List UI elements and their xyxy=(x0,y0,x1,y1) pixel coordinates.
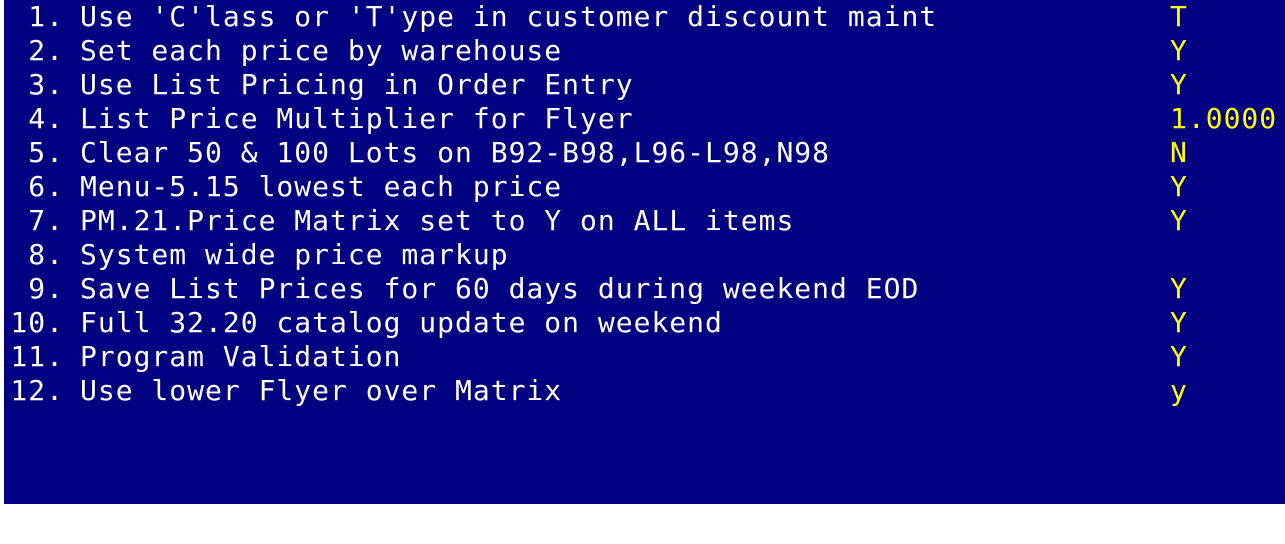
option-value[interactable]: Y xyxy=(1170,68,1188,102)
option-number: 9. xyxy=(28,272,64,305)
option-label: Full 32.20 catalog update on weekend xyxy=(80,306,723,339)
option-value[interactable]: y xyxy=(1170,374,1188,408)
option-label: Save List Prices for 60 days during week… xyxy=(80,272,920,305)
option-number: 7. xyxy=(28,204,64,237)
option-number: 6. xyxy=(28,170,64,203)
option-value[interactable]: Y xyxy=(1170,272,1188,306)
option-number: 8. xyxy=(28,238,64,271)
option-number: 1. xyxy=(28,0,64,33)
option-number: 2. xyxy=(28,34,64,67)
option-value[interactable]: Y xyxy=(1170,306,1188,340)
option-number: 10. xyxy=(10,306,64,339)
option-value[interactable]: T xyxy=(1170,0,1188,34)
option-number: 4. xyxy=(28,102,64,135)
option-row-2[interactable]: 2. Set each price by warehouse Y xyxy=(4,34,1285,68)
terminal-screen: 1. Use 'C'lass or 'T'ype in customer dis… xyxy=(0,0,1285,504)
option-number: 3. xyxy=(28,68,64,101)
option-value[interactable]: Y xyxy=(1170,34,1188,68)
option-label: Program Validation xyxy=(80,340,402,373)
option-row-1[interactable]: 1. Use 'C'lass or 'T'ype in customer dis… xyxy=(4,0,1285,34)
option-label: List Price Multiplier for Flyer xyxy=(80,102,634,135)
option-value[interactable]: Y xyxy=(1170,340,1188,374)
option-row-3[interactable]: 3. Use List Pricing in Order Entry Y xyxy=(4,68,1285,102)
option-row-7[interactable]: 7. PM.21.Price Matrix set to Y on ALL it… xyxy=(4,204,1285,238)
option-row-8[interactable]: 8. System wide price markup xyxy=(4,238,1285,272)
option-row-9[interactable]: 9. Save List Prices for 60 days during w… xyxy=(4,272,1285,306)
option-row-11[interactable]: 11. Program Validation Y xyxy=(4,340,1285,374)
option-label: Set each price by warehouse xyxy=(80,34,563,67)
option-value[interactable]: N xyxy=(1170,136,1188,170)
option-label: System wide price markup xyxy=(80,238,509,271)
option-label: Use lower Flyer over Matrix xyxy=(80,374,563,407)
option-number: 12. xyxy=(10,374,64,407)
option-row-10[interactable]: 10. Full 32.20 catalog update on weekend… xyxy=(4,306,1285,340)
option-label: Clear 50 & 100 Lots on B92-B98,L96-L98,N… xyxy=(80,136,831,169)
option-value[interactable]: 1.0000 xyxy=(1170,102,1277,136)
option-row-4[interactable]: 4. List Price Multiplier for Flyer 1.000… xyxy=(4,102,1285,136)
option-label: Use 'C'lass or 'T'ype in customer discou… xyxy=(80,0,938,33)
options-list: 1. Use 'C'lass or 'T'ype in customer dis… xyxy=(4,0,1285,504)
option-row-5[interactable]: 5. Clear 50 & 100 Lots on B92-B98,L96-L9… xyxy=(4,136,1285,170)
option-label: Use List Pricing in Order Entry xyxy=(80,68,634,101)
option-label: PM.21.Price Matrix set to Y on ALL items xyxy=(80,204,795,237)
option-label: Menu-5.15 lowest each price xyxy=(80,170,563,203)
option-row-6[interactable]: 6. Menu-5.15 lowest each price Y xyxy=(4,170,1285,204)
option-number: 5. xyxy=(28,136,64,169)
option-value[interactable]: Y xyxy=(1170,204,1188,238)
terminal-window: 1. Use 'C'lass or 'T'ype in customer dis… xyxy=(0,0,1285,504)
option-row-12[interactable]: 12. Use lower Flyer over Matrix y xyxy=(4,374,1285,408)
option-number: 11. xyxy=(10,340,64,373)
option-value[interactable]: Y xyxy=(1170,170,1188,204)
